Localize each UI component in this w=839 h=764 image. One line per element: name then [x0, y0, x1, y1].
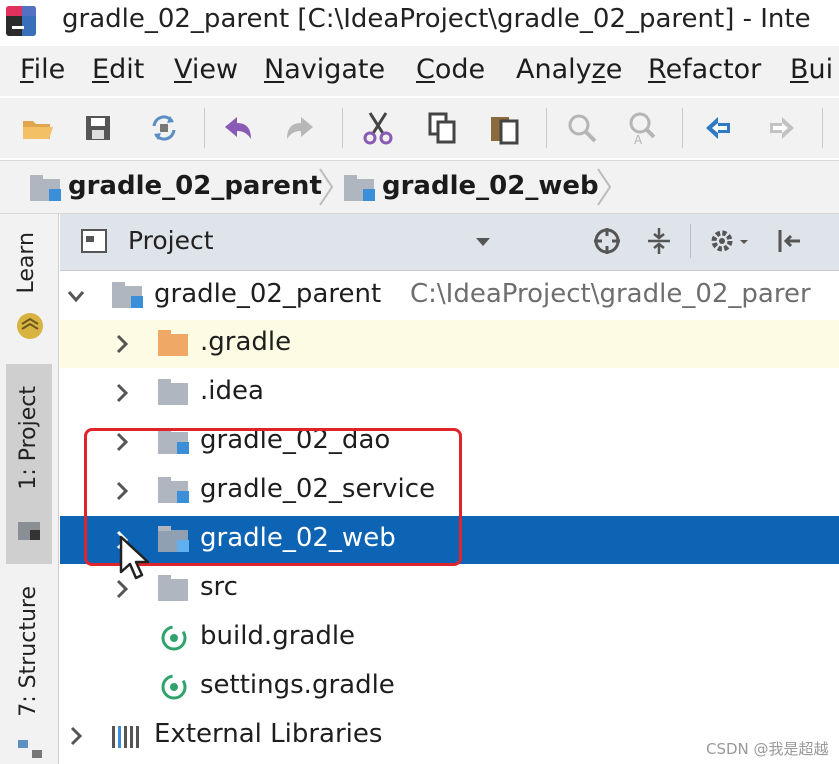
- menu-edit[interactable]: Edit: [92, 54, 144, 85]
- forward-icon[interactable]: [764, 110, 800, 146]
- breadcrumb-parent[interactable]: gradle_02_parent: [30, 171, 322, 201]
- hide-panel-icon[interactable]: [774, 226, 804, 256]
- breadcrumb-separator-icon: [319, 168, 334, 206]
- project-folder-icon: [18, 522, 40, 540]
- replace-icon[interactable]: A: [624, 110, 660, 146]
- back-icon[interactable]: [700, 110, 736, 146]
- gradle-file-icon: [161, 674, 187, 700]
- project-panel-title[interactable]: Project: [128, 226, 214, 255]
- window-title: gradle_02_parent [C:\IdeaProject\gradle_…: [62, 4, 811, 34]
- menu-refactor[interactable]: Refactor: [648, 54, 761, 85]
- locate-target-icon[interactable]: [592, 226, 622, 256]
- menu-navigate[interactable]: Navigate: [264, 54, 385, 85]
- tool-tab-structure[interactable]: 7: Structure: [16, 586, 41, 717]
- view-dropdown-icon[interactable]: [474, 236, 492, 248]
- folder-icon: [158, 379, 190, 407]
- open-folder-icon[interactable]: [20, 110, 56, 146]
- menu-code[interactable]: Code: [416, 54, 485, 85]
- tree-row-root[interactable]: gradle_02_parent C:\IdeaProject\gradle_0…: [60, 272, 839, 320]
- left-tool-strip: Learn 1: Project 7: Structure: [0, 214, 59, 764]
- folder-icon: [158, 575, 190, 603]
- save-icon[interactable]: [80, 110, 116, 146]
- tree-row-settings-gradle[interactable]: settings.gradle: [60, 663, 839, 711]
- paste-icon[interactable]: [486, 110, 522, 146]
- menu-build[interactable]: Bui: [790, 54, 833, 85]
- settings-gear-icon[interactable]: [708, 226, 752, 256]
- project-view-icon: [81, 229, 107, 253]
- breadcrumb-web[interactable]: gradle_02_web: [344, 171, 599, 201]
- tool-tab-project[interactable]: 1: Project: [16, 386, 41, 490]
- libraries-icon: [112, 726, 139, 748]
- menu-analyze[interactable]: Analyze: [516, 54, 622, 85]
- find-icon[interactable]: [564, 110, 600, 146]
- chevron-right-icon[interactable]: [66, 724, 86, 748]
- menu-bar: File Edit View Navigate Code Analyze Ref…: [0, 46, 839, 96]
- menu-view[interactable]: View: [174, 54, 238, 85]
- breadcrumb-separator-icon: [597, 168, 612, 206]
- navigation-bar: gradle_02_parent gradle_02_web: [0, 160, 839, 214]
- sync-icon[interactable]: [146, 110, 182, 146]
- tree-row-gradle-folder[interactable]: .gradle: [60, 320, 839, 368]
- folder-orange-icon: [158, 330, 190, 358]
- tree-row-src-folder[interactable]: src: [60, 565, 839, 613]
- tool-tab-learn[interactable]: Learn: [14, 232, 39, 294]
- root-path: C:\IdeaProject\gradle_02_parer: [410, 279, 811, 309]
- module-folder-icon: [344, 173, 375, 201]
- watermark: CSDN @我是超越: [706, 740, 829, 758]
- chevron-down-icon[interactable]: [66, 284, 86, 308]
- svg-text:A: A: [634, 133, 643, 145]
- mouse-cursor-icon: [119, 535, 150, 580]
- learn-badge-icon: [17, 313, 43, 339]
- undo-icon[interactable]: [220, 110, 256, 146]
- main-toolbar: A: [0, 98, 839, 158]
- redo-icon[interactable]: [282, 110, 318, 146]
- gradle-file-icon: [161, 625, 187, 651]
- module-folder-icon: [30, 173, 61, 201]
- structure-icon: [18, 740, 42, 758]
- intellij-logo-icon: [6, 6, 36, 36]
- copy-icon[interactable]: [424, 110, 460, 146]
- chevron-right-icon[interactable]: [112, 332, 132, 356]
- module-folder-icon: [112, 282, 144, 310]
- chevron-right-icon[interactable]: [112, 381, 132, 405]
- collapse-all-icon[interactable]: [644, 226, 674, 256]
- cut-icon[interactable]: [360, 110, 396, 146]
- menu-file[interactable]: File: [20, 54, 65, 85]
- tree-row-build-gradle[interactable]: build.gradle: [60, 614, 839, 662]
- tree-row-idea-folder[interactable]: .idea: [60, 369, 839, 417]
